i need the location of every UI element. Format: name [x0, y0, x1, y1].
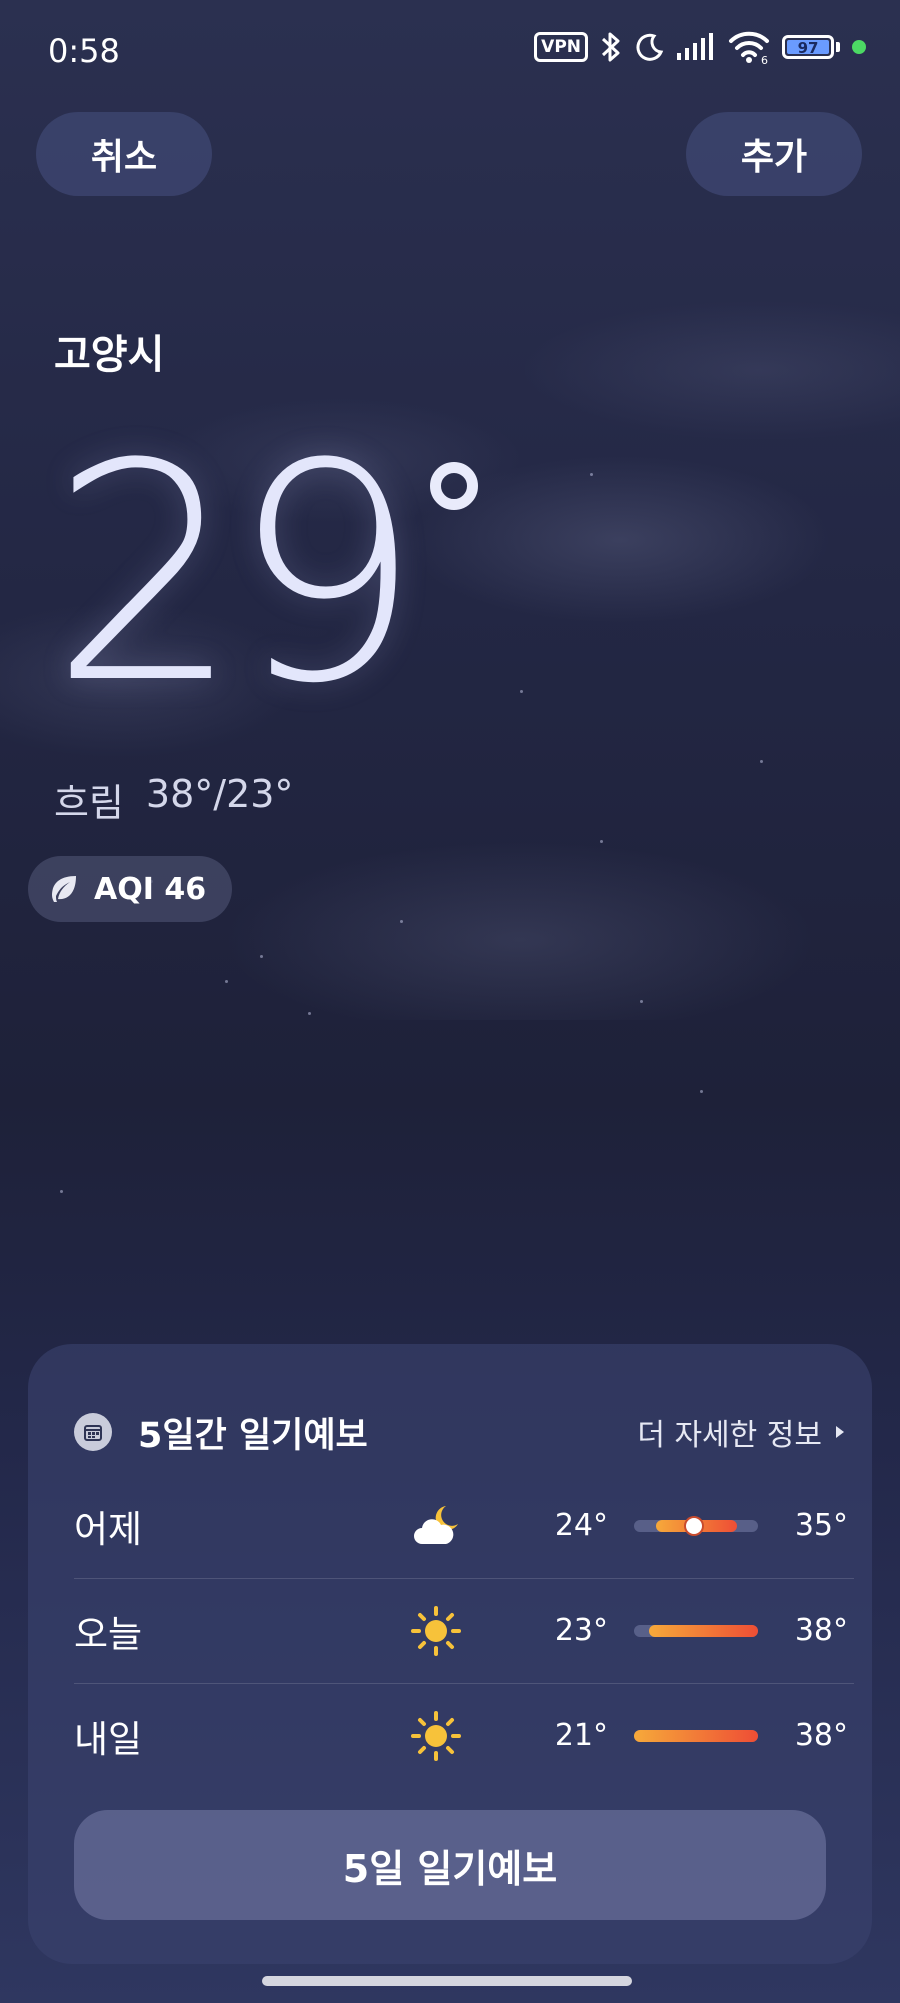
privacy-indicator-dot — [852, 40, 866, 54]
forecast-header: 5일간 일기예보 더 자세한 정보 — [74, 1402, 846, 1462]
more-info-label: 더 자세한 정보 — [637, 1418, 822, 1453]
leaf-icon — [52, 876, 76, 902]
more-info-link[interactable]: 더 자세한 정보 — [637, 1410, 846, 1454]
bluetooth-icon — [601, 32, 620, 62]
chevron-right-icon — [836, 1426, 844, 1438]
status-bar: 0:58 VPN 6 97 — [0, 0, 900, 100]
battery-icon: 97 — [782, 35, 840, 59]
temperature-range-bar — [634, 1518, 758, 1534]
forecast-day: 오늘 — [74, 1613, 143, 1656]
high-low-text: 38°/23° — [145, 772, 294, 816]
forecast-title: 5일간 일기예보 — [138, 1415, 368, 1456]
city-name: 고양시 — [54, 332, 165, 378]
forecast-high: 38° — [794, 1613, 848, 1648]
calendar-icon — [74, 1413, 112, 1451]
star — [225, 980, 228, 983]
add-button[interactable]: 추가 — [686, 112, 862, 196]
forecast-high: 38° — [794, 1718, 848, 1753]
star — [700, 1090, 703, 1093]
wifi-badge: 6 — [761, 54, 768, 64]
forecast-day: 내일 — [74, 1718, 143, 1761]
star — [640, 1000, 643, 1003]
star — [60, 1190, 63, 1193]
forecast-row-yesterday[interactable]: 어제 24° 35° — [74, 1474, 848, 1578]
forecast-low: 24° — [554, 1508, 608, 1543]
star — [260, 955, 263, 958]
forecast-row-tomorrow[interactable]: 내일 21° 38° — [74, 1684, 848, 1788]
temperature-range-fill — [648, 1625, 758, 1637]
forecast-high: 35° — [794, 1508, 848, 1543]
forecast-card: 5일간 일기예보 더 자세한 정보 어제 24° 35° 오늘 23° 38° … — [28, 1344, 872, 1964]
star — [308, 1012, 311, 1015]
aqi-badge[interactable]: AQI 46 — [28, 856, 233, 922]
sun-icon — [411, 1711, 461, 1761]
star — [600, 840, 603, 843]
star — [400, 920, 403, 923]
sun-icon — [411, 1606, 461, 1656]
aqi-label: AQI 46 — [94, 871, 207, 907]
star — [590, 473, 593, 476]
star — [520, 690, 523, 693]
partly-cloudy-night-icon — [414, 1506, 458, 1544]
forecast-low: 23° — [554, 1613, 608, 1648]
condition-text: 흐림 — [54, 781, 124, 825]
status-icons: VPN 6 97 — [534, 30, 866, 64]
current-temperature: 29 — [50, 425, 422, 725]
vpn-icon: VPN — [534, 32, 588, 62]
current-temperature-marker — [685, 1518, 702, 1534]
five-day-forecast-button[interactable]: 5일 일기예보 — [74, 1810, 826, 1920]
home-indicator[interactable] — [262, 1976, 632, 1986]
forecast-low: 21° — [554, 1718, 608, 1753]
temperature-range-bar — [634, 1625, 758, 1637]
signal-icon — [677, 33, 713, 60]
temperature-range-bar — [634, 1730, 758, 1742]
degree-symbol — [430, 462, 478, 510]
forecast-day: 어제 — [74, 1508, 143, 1551]
battery-level: 97 — [787, 40, 829, 56]
forecast-row-today[interactable]: 오늘 23° 38° — [74, 1579, 848, 1683]
temperature-range-fill — [634, 1730, 758, 1742]
status-time: 0:58 — [48, 32, 120, 70]
cancel-button[interactable]: 취소 — [36, 112, 212, 196]
moon-icon — [636, 33, 664, 61]
weather-summary: 흐림 38°/23° — [54, 772, 293, 827]
wifi-icon: 6 — [729, 31, 769, 64]
star — [760, 760, 763, 763]
temperature-value: 29 — [50, 400, 422, 749]
